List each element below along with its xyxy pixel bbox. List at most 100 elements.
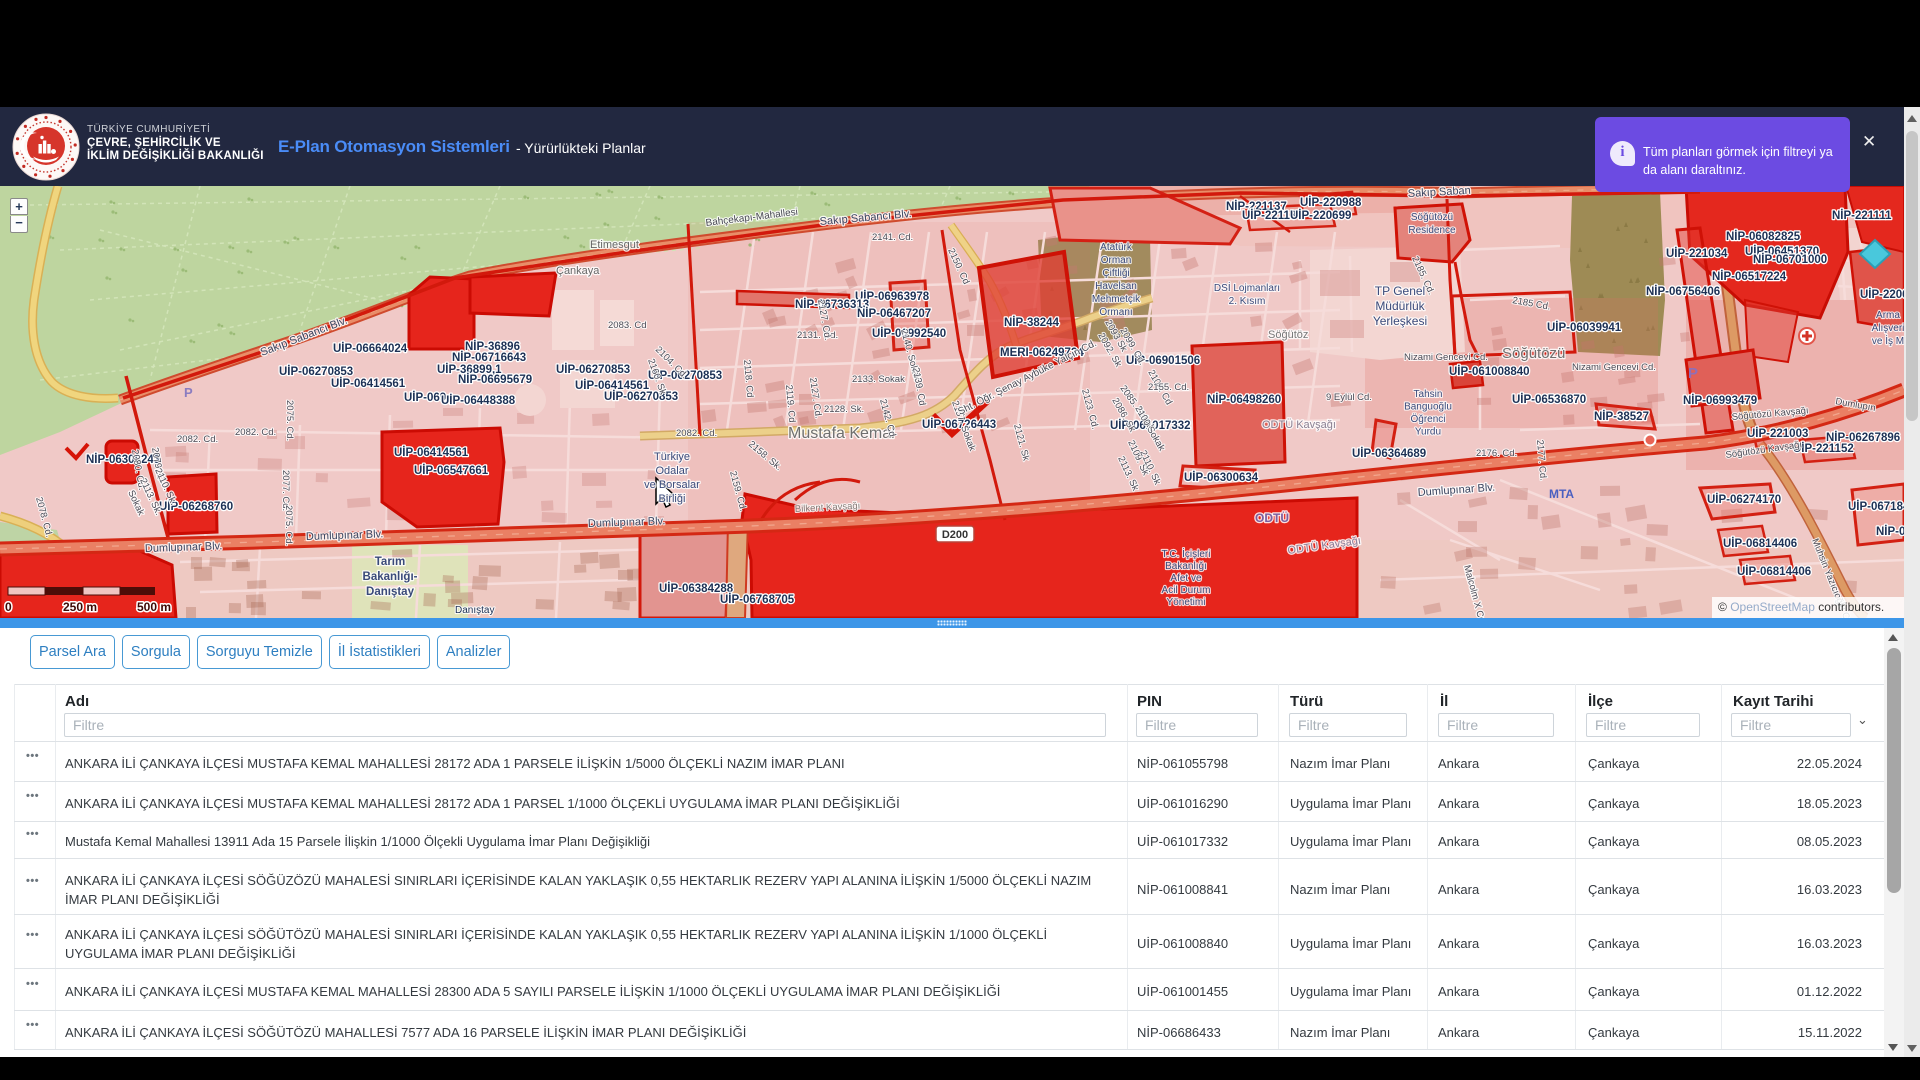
svg-text:500 m: 500 m <box>137 600 171 614</box>
svg-text:UİP-06814406: UİP-06814406 <box>1723 537 1797 550</box>
svg-text:ve Borsalar: ve Borsalar <box>644 479 700 491</box>
svg-text:Banguoğlu: Banguoğlu <box>1404 402 1452 413</box>
svg-text:2075. Cd.: 2075. Cd. <box>283 505 294 546</box>
svg-text:ve İş M: ve İş M <box>1872 334 1904 347</box>
svg-text:NİP-06498260: NİP-06498260 <box>1207 393 1281 406</box>
svg-text:Etimesgut: Etimesgut <box>590 239 639 251</box>
svg-text:Yönetimi: Yönetimi <box>1167 597 1206 608</box>
svg-text:UİP-06547661: UİP-06547661 <box>414 464 489 477</box>
svg-text:NİP-06467207: NİP-06467207 <box>857 307 931 320</box>
svg-text:NİP-06308243: NİP-06308243 <box>86 453 160 466</box>
svg-text:Mustafa Kemal: Mustafa Kemal <box>788 425 895 442</box>
svg-text:Acil Durum: Acil Durum <box>1162 585 1211 596</box>
svg-text:2128. Sk.: 2128. Sk. <box>824 404 864 415</box>
svg-text:UİP-06364689: UİP-06364689 <box>1352 447 1426 460</box>
svg-text:ODTÜ Kavşağı: ODTÜ Kavşağı <box>1262 419 1336 431</box>
svg-text:NİP-06716643: NİP-06716643 <box>452 351 526 364</box>
svg-text:NİP-38244: NİP-38244 <box>1004 316 1060 329</box>
svg-text:UİP-06039941: UİP-06039941 <box>1547 321 1622 334</box>
svg-text:UİP-069: UİP-069 <box>404 391 446 404</box>
svg-text:UİP-06414561: UİP-06414561 <box>331 377 406 390</box>
svg-text:2075. Cd.: 2075. Cd. <box>284 400 295 441</box>
svg-text:Söğütöz: Söğütöz <box>1268 329 1308 341</box>
svg-text:9 Eylül Cd.: 9 Eylül Cd. <box>1326 392 1372 403</box>
svg-text:NİP-06756406: NİP-06756406 <box>1646 285 1720 298</box>
svg-text:D200: D200 <box>942 529 968 541</box>
svg-text:UİP-06536870: UİP-06536870 <box>1512 393 1586 406</box>
svg-text:Öğrenci: Öğrenci <box>1410 413 1445 425</box>
svg-text:Müdürlük: Müdürlük <box>1375 299 1425 313</box>
svg-text:Residence: Residence <box>1408 225 1456 236</box>
svg-text:Bakanlığı: Bakanlığı <box>1165 561 1207 572</box>
svg-text:2082. Cd.: 2082. Cd. <box>235 427 276 438</box>
svg-text:250 m: 250 m <box>63 600 97 614</box>
svg-text:UİP-06414561: UİP-06414561 <box>394 446 469 459</box>
svg-text:Çankaya: Çankaya <box>556 265 600 277</box>
svg-text:MTA: MTA <box>1549 487 1574 501</box>
svg-text:2133. Sokak: 2133. Sokak <box>852 374 905 385</box>
svg-text:2082. Cd.: 2082. Cd. <box>177 434 218 445</box>
svg-text:NİP-221111: NİP-221111 <box>1832 209 1892 222</box>
svg-text:Nizami Gencevi Cd.: Nizami Gencevi Cd. <box>1404 352 1488 363</box>
svg-text:Alışveri: Alışveri <box>1872 323 1904 334</box>
svg-text:P: P <box>184 385 193 400</box>
svg-text:2. Kısım: 2. Kısım <box>1229 296 1266 307</box>
svg-text:NİP-06701000: NİP-06701000 <box>1753 253 1827 266</box>
svg-text:UİP-221034: UİP-221034 <box>1666 247 1728 260</box>
svg-text:UİP-06448388: UİP-06448388 <box>441 394 516 407</box>
svg-text:TP Genel: TP Genel <box>1375 284 1425 298</box>
svg-text:UİP-221003: UİP-221003 <box>1747 427 1808 440</box>
svg-text:Afet ve: Afet ve <box>1170 573 1202 584</box>
svg-text:Türkiye: Türkiye <box>654 451 690 463</box>
svg-text:Ormanı: Ormanı <box>1099 307 1132 318</box>
svg-text:DSİ Lojmanları: DSİ Lojmanları <box>1214 281 1280 294</box>
svg-text:NİP-38527: NİP-38527 <box>1594 410 1649 423</box>
svg-text:UİP-22113: UİP-22113 <box>1242 209 1296 222</box>
svg-text:UİP-06664024: UİP-06664024 <box>333 342 408 355</box>
svg-text:NİP-0: NİP-0 <box>1876 525 1904 538</box>
svg-text:UİP-06274170: UİP-06274170 <box>1707 493 1781 506</box>
svg-text:Bakanlığı-: Bakanlığı- <box>363 571 418 583</box>
svg-text:Orman: Orman <box>1101 255 1132 266</box>
svg-text:2176. Cd.: 2176. Cd. <box>1476 448 1517 459</box>
svg-text:2083. Cd: 2083. Cd <box>608 320 647 331</box>
svg-text:UİP-06768705: UİP-06768705 <box>720 593 795 606</box>
svg-text:2082. Cd.: 2082. Cd. <box>676 428 717 439</box>
svg-text:2141. Cd.: 2141. Cd. <box>872 232 913 243</box>
svg-text:Atatürk: Atatürk <box>1100 242 1133 253</box>
svg-text:UİP-06300634: UİP-06300634 <box>1184 471 1259 484</box>
svg-text:Yerleşkesi: Yerleşkesi <box>1373 314 1427 328</box>
svg-text:Arma: Arma <box>1876 310 1900 321</box>
svg-text:Danıştay: Danıştay <box>366 586 415 598</box>
svg-text:0: 0 <box>5 600 12 614</box>
svg-text:2155. Cd.: 2155. Cd. <box>1148 382 1189 393</box>
svg-text:Odalar: Odalar <box>655 465 688 477</box>
svg-text:NİP-06517224: NİP-06517224 <box>1712 270 1787 283</box>
svg-text:Söğütözü: Söğütözü <box>1502 345 1565 362</box>
svg-text:UİP-061008840: UİP-061008840 <box>1449 365 1530 378</box>
svg-text:NİP-06993479: NİP-06993479 <box>1683 394 1757 407</box>
svg-text:Tahsin: Tahsin <box>1414 389 1443 400</box>
svg-text:UİP-06814406: UİP-06814406 <box>1737 565 1811 578</box>
svg-text:UİP-06270853: UİP-06270853 <box>556 363 630 376</box>
svg-text:Yurdu: Yurdu <box>1415 427 1441 438</box>
svg-text:Çiftliği: Çiftliği <box>1102 268 1129 279</box>
svg-text:ODTÜ: ODTÜ <box>1255 510 1289 525</box>
svg-text:Havelsan: Havelsan <box>1095 281 1137 292</box>
svg-text:Söğütözü: Söğütözü <box>1411 212 1453 223</box>
svg-text:P: P <box>1688 365 1698 382</box>
svg-text:Danıştay: Danıştay <box>455 605 494 616</box>
svg-text:UİP-06270853: UİP-06270853 <box>279 365 353 378</box>
svg-text:Birliği: Birliği <box>659 493 686 505</box>
svg-text:UİP-220699: UİP-220699 <box>1290 209 1351 222</box>
svg-text:Mehmetçik: Mehmetçik <box>1092 294 1141 305</box>
svg-text:NİP-06082825: NİP-06082825 <box>1726 230 1801 243</box>
svg-text:Tarım: Tarım <box>375 556 405 568</box>
svg-text:UİP-067184: UİP-067184 <box>1848 500 1904 513</box>
svg-text:UİP-220988: UİP-220988 <box>1300 196 1362 209</box>
svg-text:© OpenStreetMap contributors.: © OpenStreetMap contributors. <box>1718 600 1884 614</box>
svg-text:NİP-06695679: NİP-06695679 <box>458 373 532 386</box>
svg-text:Nizami Gencevi Cd.: Nizami Gencevi Cd. <box>1572 362 1656 373</box>
svg-text:UİP-2206: UİP-2206 <box>1860 288 1904 301</box>
svg-text:T.C. İçişleri: T.C. İçişleri <box>1162 547 1211 560</box>
